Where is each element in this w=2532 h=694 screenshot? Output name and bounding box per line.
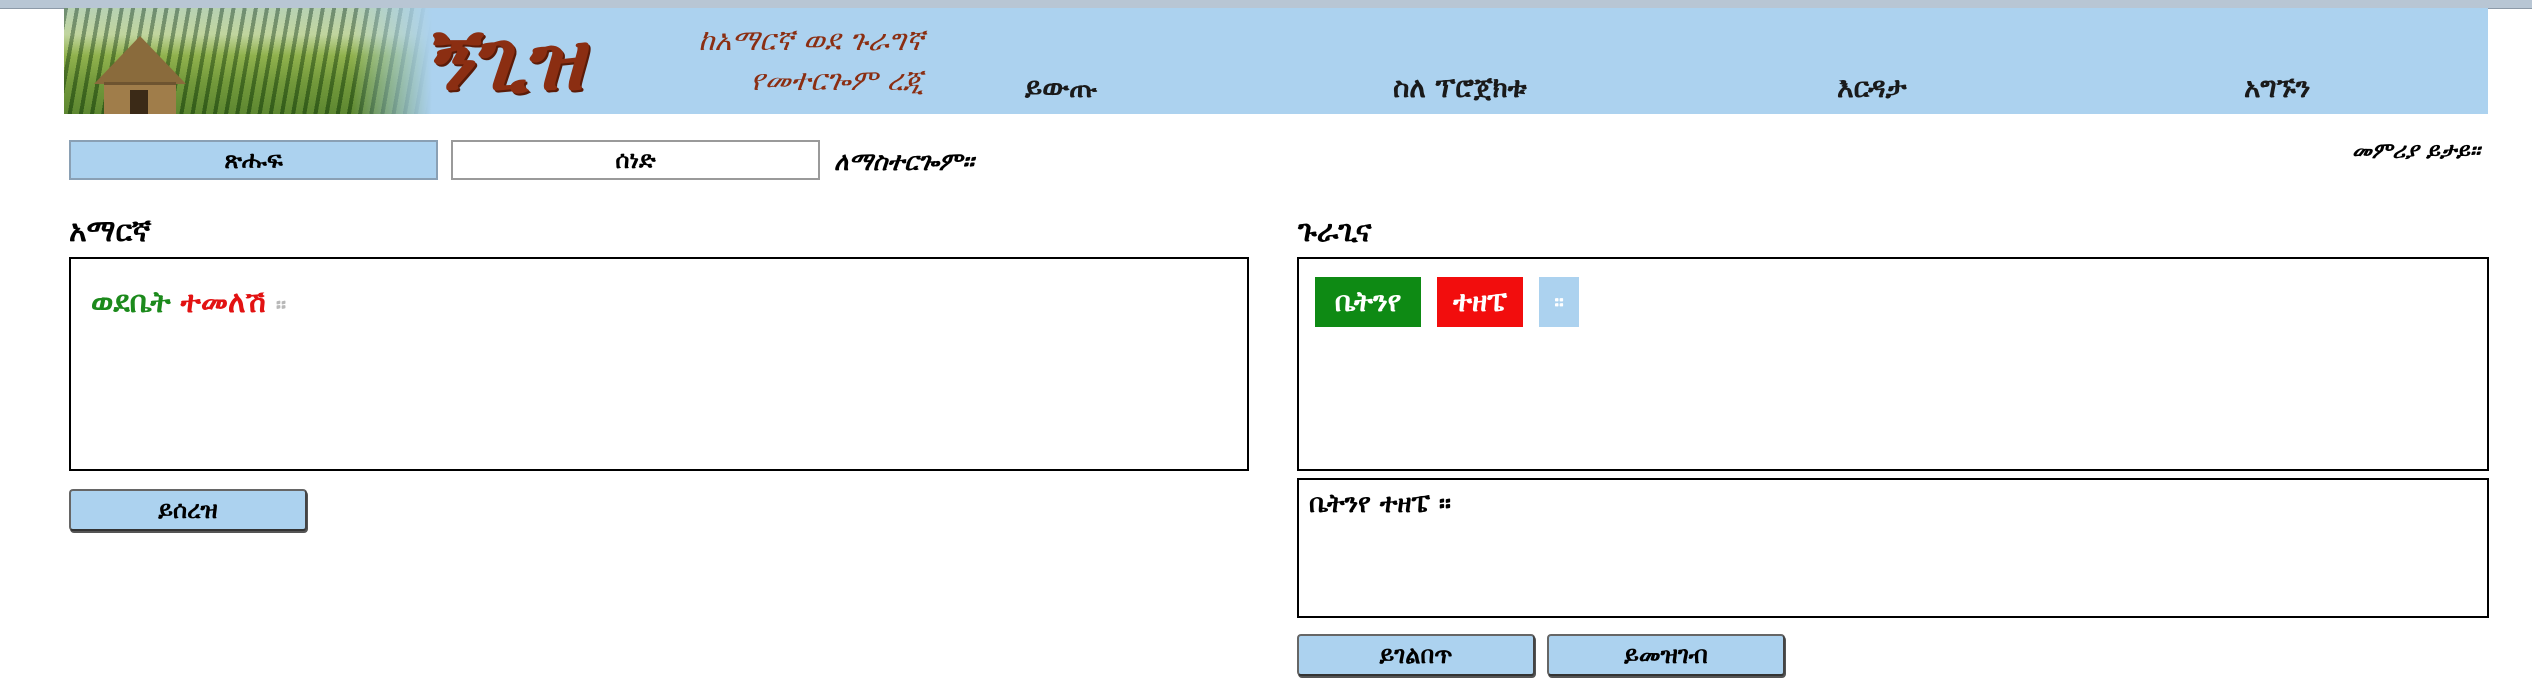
- source-text-area[interactable]: ወደቤት ተመለሽ ።: [69, 257, 1249, 471]
- translation-result-text: ቤትንየ ተዘፔ ።: [1309, 489, 1452, 519]
- translate-label: ለማስተርጐም።: [834, 147, 974, 176]
- target-language-title: ጉራጊና: [1298, 214, 1372, 249]
- tagline-line-2: የመተርጐም ረጂ: [750, 63, 924, 97]
- site-tagline: ከአማርኛ ወደ ጉራግኛ የመተርጐም ረጂ: [584, 20, 924, 100]
- nav-logout[interactable]: ይውጡ: [1025, 66, 1097, 110]
- target-word-chip[interactable]: ተዘፔ: [1437, 277, 1523, 327]
- nav-contact[interactable]: አግኙን: [2244, 66, 2310, 110]
- translation-result-area[interactable]: ቤትንየ ተዘፔ ።: [1297, 478, 2489, 618]
- target-punctuation-chip[interactable]: ።: [1539, 277, 1579, 327]
- flip-button[interactable]: ይገልበጥ: [1297, 634, 1535, 676]
- show-instructions-link[interactable]: መምሪያ ይታይ።: [2352, 136, 2480, 168]
- source-word[interactable]: ወደቤት: [91, 285, 171, 320]
- tab-text[interactable]: ጽሑፍ: [69, 140, 438, 180]
- record-button[interactable]: ይመዝገብ: [1547, 634, 1785, 676]
- tagline-line-1: ከአማርኛ ወደ ጉራግኛ: [698, 23, 924, 57]
- site-header: ኝጊዝ ከአማርኛ ወደ ጉራግኛ የመተርጐም ረጂ ይውጡ ስለ ፕሮጀክቱ…: [64, 8, 2488, 114]
- tab-document[interactable]: ሰነድ: [451, 140, 820, 180]
- source-text: ወደቤት ተመለሽ ።: [91, 281, 286, 328]
- source-punctuation: ።: [275, 293, 287, 318]
- target-word-chip[interactable]: ቤትንየ: [1315, 277, 1421, 327]
- logo-photo: [64, 8, 432, 114]
- logo-text[interactable]: ኝጊዝ: [423, 10, 595, 110]
- nav-about-project[interactable]: ስለ ፕሮጀክቱ: [1393, 66, 1527, 110]
- target-word-area: ቤትንየ ተዘፔ ።: [1297, 257, 2489, 471]
- source-word[interactable]: ተመለሽ: [181, 285, 266, 320]
- clear-button[interactable]: ይሰረዝ: [69, 489, 307, 531]
- nav-help[interactable]: እርዳታ: [1837, 66, 1907, 110]
- source-language-title: አማርኛ: [69, 214, 152, 249]
